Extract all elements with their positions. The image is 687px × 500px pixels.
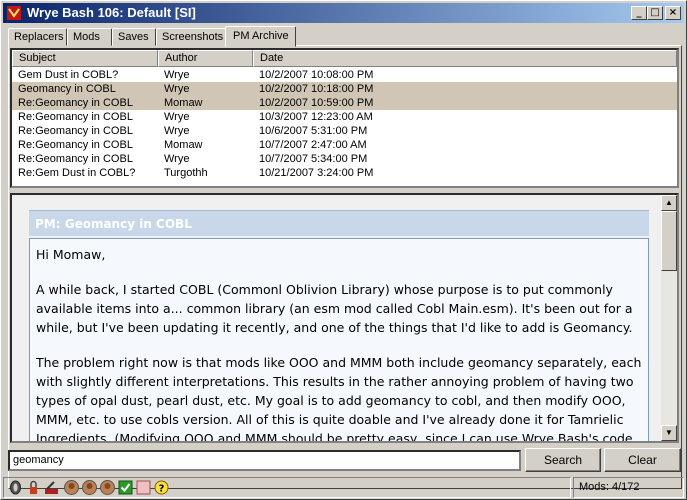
table-row[interactable]: Re:Geomancy in COBL Wrye 10/7/2007 5:34:00…: [12, 152, 677, 166]
cell-author: Wrye: [164, 83, 190, 95]
window-title: Wrye Bash 106: Default [SI]: [27, 5, 196, 20]
cell-author: Wrye: [164, 153, 190, 165]
table-row[interactable]: Gem Dust in COBL? Wrye 10/2/2007 10:08:00 …: [12, 68, 677, 82]
column-date[interactable]: Date: [253, 50, 677, 67]
wrye-bash-icon: [7, 6, 21, 20]
status-bar: ? Mods: 4/172: [3, 477, 684, 498]
list-header: Subject Author Date: [12, 50, 677, 67]
clear-button[interactable]: Clear: [604, 448, 681, 472]
tab-screenshots[interactable]: Screenshots: [156, 28, 227, 46]
cell-date: 10/7/2007 2:47:00 AM: [259, 139, 367, 151]
tab-replacers[interactable]: Replacers: [8, 28, 67, 46]
search-button[interactable]: Search: [525, 448, 601, 472]
cell-author: Momaw: [164, 97, 203, 109]
status-icons: ?: [3, 477, 571, 498]
minimize-button[interactable]: _: [631, 6, 647, 20]
cell-date: 10/2/2007 10:59:00 PM: [259, 97, 374, 109]
message-viewer[interactable]: PM: Geomancy in COBL Hi Momaw, A while b…: [10, 193, 679, 443]
cell-date: 10/2/2007 10:18:00 PM: [259, 83, 374, 95]
mods-count: Mods: 4/172: [573, 477, 684, 498]
cell-date: 10/2/2007 10:08:00 PM: [259, 69, 374, 81]
cell-subject: Re:Geomancy in COBL: [18, 125, 133, 137]
cell-date: 10/6/2007 5:31:00 PM: [259, 125, 368, 137]
table-row[interactable]: Re:Geomancy in COBL Wrye 10/3/2007 12:23:0…: [12, 110, 677, 124]
cell-subject: Re:Gem Dust in COBL?: [18, 167, 136, 179]
tab-saves[interactable]: Saves: [112, 28, 156, 46]
scroll-thumb[interactable]: [661, 211, 677, 271]
table-row[interactable]: Re:Geomancy in COBL Momaw 10/7/2007 2:47:0…: [12, 138, 677, 152]
svg-text:?: ?: [159, 484, 165, 495]
tab-mods[interactable]: Mods: [67, 28, 112, 46]
column-subject[interactable]: Subject: [12, 50, 158, 67]
cell-author: Wrye: [164, 69, 190, 81]
scroll-up-arrow-icon[interactable]: ▲: [661, 195, 677, 211]
title-bar[interactable]: Wrye Bash 106: Default [SI] _ □ ×: [3, 3, 684, 23]
lock-icon[interactable]: [26, 480, 41, 495]
bust-icon[interactable]: [82, 480, 97, 495]
tab-pm-archive[interactable]: PM Archive: [225, 26, 296, 47]
message-title: PM: Geomancy in COBL: [29, 210, 649, 236]
bust-icon[interactable]: [64, 480, 79, 495]
main-window: Wrye Bash 106: Default [SI] _ □ × Replac…: [0, 0, 687, 500]
message-paragraph: A while back, I started COBL (Commonl Ob…: [36, 282, 633, 335]
cell-subject: Gem Dust in COBL?: [18, 69, 119, 81]
cell-subject: Re:Geomancy in COBL: [18, 97, 133, 109]
table-row[interactable]: Re:Geomancy in COBL Momaw 10/2/2007 10:59:…: [12, 96, 677, 110]
message-paragraph: The problem right now is that mods like …: [36, 355, 642, 443]
settings-icon[interactable]: [44, 480, 59, 495]
cell-date: 10/21/2007 3:24:00 PM: [259, 167, 374, 179]
viewer-scrollbar[interactable]: ▲ ▼: [661, 195, 677, 441]
cell-date: 10/3/2007 12:23:00 AM: [259, 111, 373, 123]
table-row[interactable]: Re:Gem Dust in COBL? Turgothh 10/21/2007 3…: [12, 166, 677, 180]
pm-list[interactable]: Subject Author Date Gem Dust in COBL? Wry…: [10, 48, 679, 188]
cell-subject: Re:Geomancy in COBL: [18, 153, 133, 165]
box-icon[interactable]: [136, 480, 151, 495]
check-icon[interactable]: [118, 480, 133, 495]
column-author[interactable]: Author: [158, 50, 253, 67]
cell-date: 10/7/2007 5:34:00 PM: [259, 153, 368, 165]
cell-subject: Re:Geomancy in COBL: [18, 111, 133, 123]
search-input[interactable]: geomancy: [8, 450, 521, 471]
cell-subject: Re:Geomancy in COBL: [18, 139, 133, 151]
table-row[interactable]: Re:Geomancy in COBL Wrye 10/6/2007 5:31:00…: [12, 124, 677, 138]
bust-icon[interactable]: [100, 480, 115, 495]
scroll-down-arrow-icon[interactable]: ▼: [661, 425, 677, 441]
table-row[interactable]: Geomancy in COBL Wrye 10/2/2007 10:18:00 P…: [12, 82, 677, 96]
maximize-button[interactable]: □: [647, 6, 663, 20]
close-button[interactable]: ×: [665, 6, 681, 20]
message-paragraph: Hi Momaw,: [36, 247, 106, 262]
cell-subject: Geomancy in COBL: [18, 83, 116, 95]
cell-author: Momaw: [164, 139, 203, 151]
help-icon[interactable]: ?: [154, 480, 169, 495]
message-body: Hi Momaw, A while back, I started COBL (…: [29, 238, 649, 443]
cell-author: Wrye: [164, 125, 190, 137]
oblivion-icon[interactable]: [8, 480, 23, 495]
cell-author: Wrye: [164, 111, 190, 123]
cell-author: Turgothh: [164, 167, 208, 179]
